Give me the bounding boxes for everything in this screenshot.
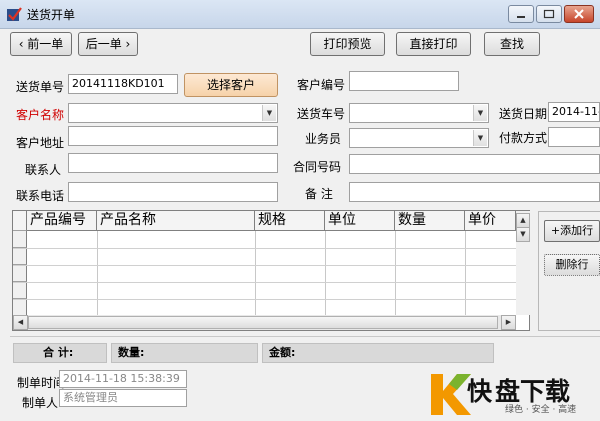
customer-name-select[interactable]: ▼ xyxy=(68,103,278,123)
chevron-down-icon[interactable]: ▼ xyxy=(262,105,276,121)
column-header[interactable]: 数量 xyxy=(395,211,465,231)
scroll-right-icon[interactable]: ▶ xyxy=(501,315,516,330)
prev-record-button[interactable]: ‹ 前一单 xyxy=(10,32,72,56)
remark-field[interactable] xyxy=(349,182,600,202)
window-title: 送货开单 xyxy=(27,8,76,22)
salesperson-label: 业务员 xyxy=(305,132,342,146)
customer-addr-field[interactable] xyxy=(68,126,278,146)
delete-row-button[interactable]: 删除行 xyxy=(544,254,600,276)
contact-label: 联系人 xyxy=(25,163,62,177)
customer-name-label: 客户名称 xyxy=(16,108,65,122)
total-label: 合 计: xyxy=(13,343,107,363)
add-row-button[interactable]: +添加行 xyxy=(544,220,600,242)
grid-line xyxy=(325,231,326,316)
grid-corner xyxy=(13,211,27,231)
column-header[interactable]: 单位 xyxy=(325,211,395,231)
vehicle-no-select[interactable]: ▼ xyxy=(349,103,489,123)
grid-line xyxy=(13,248,516,249)
search-button[interactable]: 查找 xyxy=(484,32,540,56)
contact-field[interactable] xyxy=(68,153,278,173)
grid-line xyxy=(13,282,516,283)
remark-label: 备 注 xyxy=(305,187,333,201)
select-customer-button[interactable]: 选择客户 xyxy=(184,73,278,97)
close-button[interactable] xyxy=(564,5,594,23)
scroll-down-icon[interactable]: ▼ xyxy=(516,227,530,242)
grid-line xyxy=(97,231,98,316)
payment-field[interactable] xyxy=(548,127,600,147)
scroll-up-icon[interactable]: ▲ xyxy=(516,213,530,228)
phone-field[interactable] xyxy=(68,182,278,202)
minimize-button[interactable] xyxy=(508,5,534,23)
contract-no-label: 合同号码 xyxy=(293,160,342,174)
creator-label: 制单人 xyxy=(22,396,59,410)
divider xyxy=(10,336,600,337)
vertical-scrollbar[interactable]: ▲ ▼ xyxy=(516,211,530,315)
delivery-date-label: 送货日期 xyxy=(499,107,548,121)
maximize-icon xyxy=(543,9,555,19)
phone-label: 联系电话 xyxy=(16,189,65,203)
print-direct-button[interactable]: 直接打印 xyxy=(396,32,471,56)
grid-line xyxy=(255,231,256,316)
column-header[interactable]: 规格 xyxy=(255,211,325,231)
chevron-down-icon[interactable]: ▼ xyxy=(473,130,487,146)
created-time-label: 制单时间 xyxy=(17,376,66,390)
print-preview-button[interactable]: 打印预览 xyxy=(310,32,385,56)
watermark-char: 快 xyxy=(467,377,493,406)
salesperson-select[interactable]: ▼ xyxy=(349,128,489,148)
chevron-down-icon[interactable]: ▼ xyxy=(473,105,487,121)
created-time-field: 2014-11-18 15:38:39 xyxy=(59,370,187,388)
quantity-total: 数量: xyxy=(111,343,258,363)
customer-no-label: 客户编号 xyxy=(297,78,346,92)
row-header[interactable] xyxy=(13,231,27,248)
grid-line xyxy=(465,231,466,316)
row-header[interactable] xyxy=(13,248,27,265)
horizontal-scrollbar[interactable]: ◀ ▶ xyxy=(13,315,516,330)
vehicle-no-label: 送货车号 xyxy=(297,107,346,121)
customer-addr-label: 客户地址 xyxy=(16,136,65,150)
scroll-thumb[interactable] xyxy=(28,316,498,329)
minimize-icon xyxy=(517,16,525,18)
delivery-date-field[interactable]: 2014-11-1 xyxy=(548,102,600,122)
maximize-button[interactable] xyxy=(536,5,562,23)
column-header[interactable]: 单价 xyxy=(465,211,516,231)
creator-field: 系统管理员 xyxy=(59,389,187,407)
column-header[interactable]: 产品编号 xyxy=(27,211,97,231)
app-icon xyxy=(7,7,22,21)
grid-line xyxy=(13,299,516,300)
watermark-logo: 快 盘下载 绿色 · 安全 · 高速 xyxy=(427,368,600,421)
column-header[interactable]: 产品名称 xyxy=(97,211,255,231)
row-header[interactable] xyxy=(13,265,27,282)
row-header[interactable] xyxy=(13,282,27,299)
contract-no-field[interactable] xyxy=(349,154,600,174)
scroll-left-icon[interactable]: ◀ xyxy=(13,315,28,330)
delivery-no-label: 送货单号 xyxy=(16,80,65,94)
close-icon xyxy=(574,9,584,19)
grid-line xyxy=(395,231,396,316)
delivery-no-field[interactable]: 20141118KD101 xyxy=(68,74,178,94)
row-header[interactable] xyxy=(13,299,27,316)
grid-line xyxy=(13,265,516,266)
next-record-button[interactable]: 后一单 › xyxy=(78,32,138,56)
product-grid[interactable]: 产品编号 产品名称 规格 单位 数量 单价 ▲ ▼ ◀ ▶ xyxy=(12,210,530,331)
amount-total: 金额: xyxy=(262,343,494,363)
payment-label: 付款方式 xyxy=(499,131,548,145)
watermark-tagline: 绿色 · 安全 · 高速 xyxy=(505,405,577,415)
customer-no-field[interactable] xyxy=(349,71,459,91)
